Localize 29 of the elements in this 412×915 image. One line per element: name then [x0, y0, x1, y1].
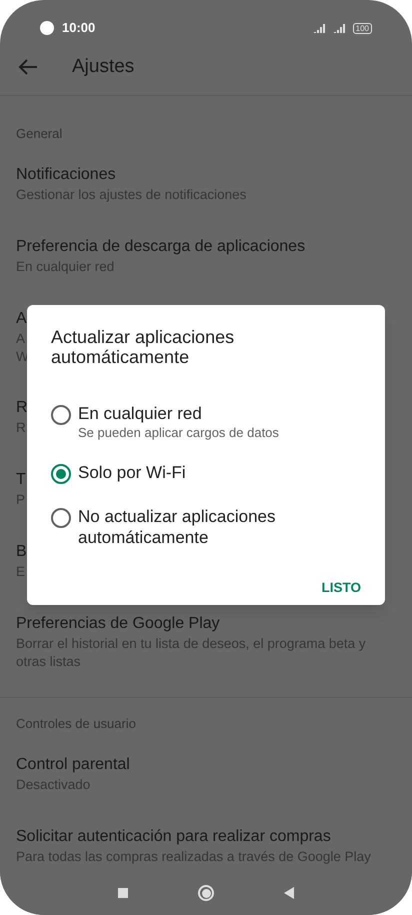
option-label: Solo por Wi-Fi — [78, 462, 187, 483]
setting-title[interactable]: T — [16, 469, 26, 491]
dialog-title: Actualizar aplicaciones automáticamente — [51, 327, 236, 367]
setting-title[interactable]: Preferencias de Google Play — [16, 613, 220, 635]
setting-title[interactable]: Solicitar autenticación para realizar compras — [16, 826, 331, 848]
radio-option[interactable]: En cualquier red Se pueden aplicar cargos de datos — [51, 397, 361, 442]
setting-title[interactable]: Notificaciones — [16, 164, 116, 186]
option-hint: Se pueden aplicar cargos de datos — [78, 424, 280, 442]
setting-title[interactable]: Control parental — [16, 754, 130, 776]
back-arrow-icon[interactable] — [18, 58, 38, 76]
radio-option[interactable]: No actualizar aplicaciones automáticamente — [51, 500, 361, 548]
radio-button[interactable] — [51, 405, 71, 425]
page-title: Ajustes — [72, 56, 134, 78]
done-button[interactable]: LISTO — [321, 574, 361, 602]
battery-icon: 100 — [352, 22, 372, 34]
signal-icon — [332, 23, 347, 33]
option-label: No actualizar aplicaciones automáticamente — [78, 506, 276, 548]
status-time: 10:00 — [62, 19, 96, 38]
setting-title[interactable]: R — [16, 397, 28, 419]
setting-title[interactable]: B — [16, 541, 27, 563]
radio-button[interactable] — [51, 508, 71, 528]
home-icon[interactable] — [198, 885, 214, 901]
radio-button[interactable] — [51, 464, 71, 484]
option-label: En cualquier red — [78, 403, 203, 424]
signal-icon — [312, 23, 327, 33]
back-icon[interactable] — [284, 887, 294, 899]
setting-title[interactable]: Preferencia de descarga de aplicaciones — [16, 236, 306, 258]
setting-title[interactable]: A — [16, 308, 27, 330]
radio-option[interactable]: Solo por Wi-Fi — [51, 456, 361, 484]
